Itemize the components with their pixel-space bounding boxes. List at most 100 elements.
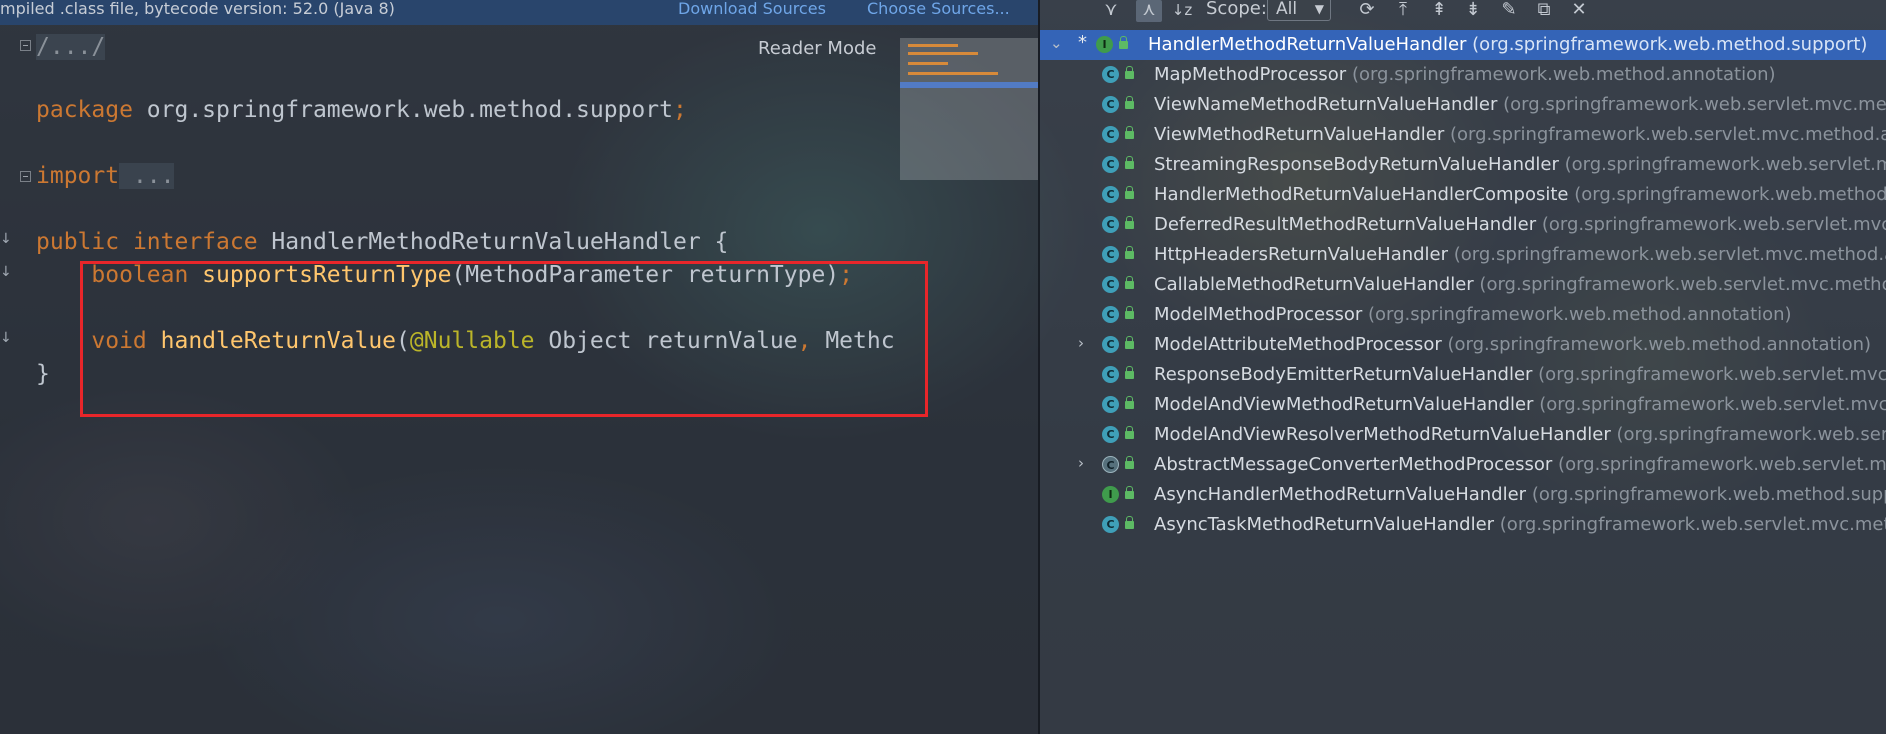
- expand-all-icon[interactable]: ⇞: [1426, 0, 1452, 22]
- type-name: ModelAttributeMethodProcessor: [1154, 334, 1442, 355]
- package-name: (org.springframework.web.method.support): [1472, 34, 1868, 55]
- chevron-right-icon[interactable]: ›: [1078, 454, 1084, 472]
- hierarchy-tree-item[interactable]: C ViewMethodReturnValueHandler (org.sprin…: [1040, 120, 1886, 150]
- hierarchy-tree-item[interactable]: C HttpHeadersReturnValueHandler (org.spri…: [1040, 240, 1886, 270]
- public-access-icon: [1125, 96, 1134, 109]
- hierarchy-toolbar: ⋎ ⋏ ↓z Scope: All ▼ ⟳ ⤒ ⇞ ⇟ ✎ ⧉ ✕: [1040, 0, 1886, 24]
- public-access-icon: [1125, 186, 1134, 199]
- chevron-down-icon[interactable]: ⌄: [1050, 34, 1063, 52]
- implemented-gutter-icon[interactable]: ↓: [0, 264, 12, 280]
- hierarchy-tree-item[interactable]: C DeferredResultMethodReturnValueHandler …: [1040, 210, 1886, 240]
- code-line[interactable]: import ...: [36, 161, 175, 191]
- code-line[interactable]: /.../: [36, 32, 106, 62]
- public-access-icon: [1125, 66, 1134, 79]
- editor-gutter[interactable]: ↓ ↓ ↓: [0, 25, 36, 734]
- public-keyword: public: [36, 229, 120, 255]
- download-sources-link[interactable]: Download Sources: [678, 0, 826, 18]
- chevron-right-icon[interactable]: ›: [1078, 334, 1084, 352]
- code-minimap[interactable]: [900, 38, 1038, 180]
- reader-mode-button[interactable]: Reader Mode: [758, 38, 876, 59]
- header-comment-fold[interactable]: /.../: [36, 34, 106, 60]
- hierarchy-tree-item[interactable]: C CallableMethodReturnValueHandler (org.s…: [1040, 270, 1886, 300]
- class-icon: C: [1102, 516, 1119, 533]
- public-access-icon: [1125, 216, 1134, 229]
- public-access-icon: [1119, 36, 1128, 49]
- class-icon: C: [1102, 336, 1119, 353]
- class-icon: C: [1102, 306, 1119, 323]
- hierarchy-tree-item[interactable]: C ModelAndViewResolverMethodReturnValueHa…: [1040, 420, 1886, 450]
- tree-item-label: ModelAndViewResolverMethodReturnValueHan…: [1154, 424, 1886, 445]
- tree-item-label: AsyncHandlerMethodReturnValueHandler (or…: [1154, 484, 1886, 505]
- class-icon: C: [1102, 126, 1119, 143]
- class-icon: C: [1102, 96, 1119, 113]
- open-in-window-icon[interactable]: ⧉: [1531, 0, 1557, 22]
- public-access-icon: [1125, 516, 1134, 529]
- code-line[interactable]: }: [36, 359, 50, 389]
- code-line[interactable]: package org.springframework.web.method.s…: [36, 95, 687, 125]
- hierarchy-tree-item[interactable]: C ResponseBodyEmitterReturnValueHandler (…: [1040, 360, 1886, 390]
- type-name: AbstractMessageConverterMethodProcessor: [1154, 454, 1553, 475]
- highlight-annotation-box: [80, 261, 928, 417]
- package-name: (org.springframework.web.servlet.mvc.met…: [1499, 514, 1886, 535]
- package-name: (org.springframework.web.method.annotati…: [1447, 334, 1872, 355]
- tree-item-label: HandlerMethodReturnValueHandlerComposite…: [1154, 184, 1886, 205]
- hierarchy-tree-item[interactable]: C AsyncTaskMethodReturnValueHandler (org.…: [1040, 510, 1886, 540]
- closing-brace: }: [36, 361, 50, 387]
- scope-label: Scope:: [1206, 0, 1267, 19]
- choose-sources-link[interactable]: Choose Sources...: [867, 0, 1010, 18]
- type-name: ViewMethodReturnValueHandler: [1154, 124, 1445, 145]
- public-access-icon: [1125, 306, 1134, 319]
- class-icon: C: [1102, 66, 1119, 83]
- hierarchy-tree-item[interactable]: C ViewNameMethodReturnValueHandler (org.s…: [1040, 90, 1886, 120]
- type-name: HandlerMethodReturnValueHandlerComposite: [1154, 184, 1569, 205]
- package-name: (org.springframework.web.method.annotati…: [1351, 64, 1776, 85]
- scope-dropdown[interactable]: All ▼: [1267, 0, 1331, 21]
- scope-value: All: [1276, 0, 1298, 19]
- refresh-icon[interactable]: ⟳: [1354, 0, 1380, 22]
- package-keyword: package: [36, 97, 133, 123]
- hierarchy-tree-item[interactable]: C ModelMethodProcessor (org.springframewo…: [1040, 300, 1886, 330]
- pin-icon[interactable]: ✎: [1496, 0, 1522, 22]
- export-to-text-icon[interactable]: ⤒: [1390, 0, 1416, 22]
- hierarchy-root-item[interactable]: ⌄ * I HandlerMethodReturnValueHandler (org.…: [1040, 30, 1886, 60]
- type-name: CallableMethodReturnValueHandler: [1154, 274, 1474, 295]
- import-fold[interactable]: ...: [119, 163, 175, 189]
- public-access-icon: [1125, 456, 1134, 469]
- subtypes-hierarchy-icon[interactable]: ⋏: [1136, 0, 1162, 22]
- type-name: ModelMethodProcessor: [1154, 304, 1363, 325]
- class-icon: C: [1102, 396, 1119, 413]
- abstract-class-icon: C: [1102, 456, 1119, 473]
- minimap-viewport[interactable]: [900, 82, 1038, 88]
- banner-message: mpiled .class file, bytecode version: 52…: [0, 0, 395, 18]
- tree-item-label: ViewMethodReturnValueHandler (org.spring…: [1154, 124, 1886, 145]
- type-name: StreamingResponseBodyReturnValueHandler: [1154, 154, 1559, 175]
- code-line[interactable]: public interface HandlerMethodReturnValu…: [36, 227, 728, 257]
- fold-toggle-icon[interactable]: [20, 40, 31, 51]
- focus-star-icon: *: [1078, 32, 1087, 53]
- sort-alphabetically-icon[interactable]: ↓z: [1169, 0, 1195, 22]
- code-editor[interactable]: mpiled .class file, bytecode version: 52…: [0, 0, 1038, 734]
- tree-item-label: HttpHeadersReturnValueHandler (org.sprin…: [1154, 244, 1886, 265]
- fold-toggle-icon[interactable]: [20, 171, 31, 182]
- package-name: (org.springframework.web.servlet.mvc.met…: [1479, 274, 1886, 295]
- tree-item-label: ViewNameMethodReturnValueHandler (org.sp…: [1154, 94, 1886, 115]
- implemented-gutter-icon[interactable]: ↓: [0, 231, 12, 247]
- type-hierarchy-panel[interactable]: ⋎ ⋏ ↓z Scope: All ▼ ⟳ ⤒ ⇞ ⇟ ✎ ⧉ ✕ ⌄ * I Han…: [1040, 0, 1886, 734]
- hierarchy-tree-item[interactable]: C StreamingResponseBodyReturnValueHandler…: [1040, 150, 1886, 180]
- hierarchy-tree-item[interactable]: C MapMethodProcessor (org.springframework…: [1040, 60, 1886, 90]
- public-access-icon: [1125, 336, 1134, 349]
- supertypes-hierarchy-icon[interactable]: ⋎: [1098, 0, 1124, 22]
- hierarchy-tree-item[interactable]: C ModelAndViewMethodReturnValueHandler (o…: [1040, 390, 1886, 420]
- collapse-all-icon[interactable]: ⇟: [1460, 0, 1486, 22]
- hierarchy-tree-item[interactable]: C HandlerMethodReturnValueHandlerComposit…: [1040, 180, 1886, 210]
- type-name: ModelAndViewResolverMethodReturnValueHan…: [1154, 424, 1611, 445]
- close-icon[interactable]: ✕: [1566, 0, 1592, 22]
- hierarchy-tree-item[interactable]: › C ModelAttributeMethodProcessor (org.spr…: [1040, 330, 1886, 360]
- implemented-gutter-icon[interactable]: ↓: [0, 330, 12, 346]
- class-icon: C: [1102, 366, 1119, 383]
- class-icon: C: [1102, 246, 1119, 263]
- public-access-icon: [1125, 486, 1134, 499]
- interface-keyword: interface: [119, 229, 258, 255]
- hierarchy-tree-item[interactable]: I AsyncHandlerMethodReturnValueHandler (o…: [1040, 480, 1886, 510]
- hierarchy-tree-item[interactable]: › C AbstractMessageConverterMethodProcesso…: [1040, 450, 1886, 480]
